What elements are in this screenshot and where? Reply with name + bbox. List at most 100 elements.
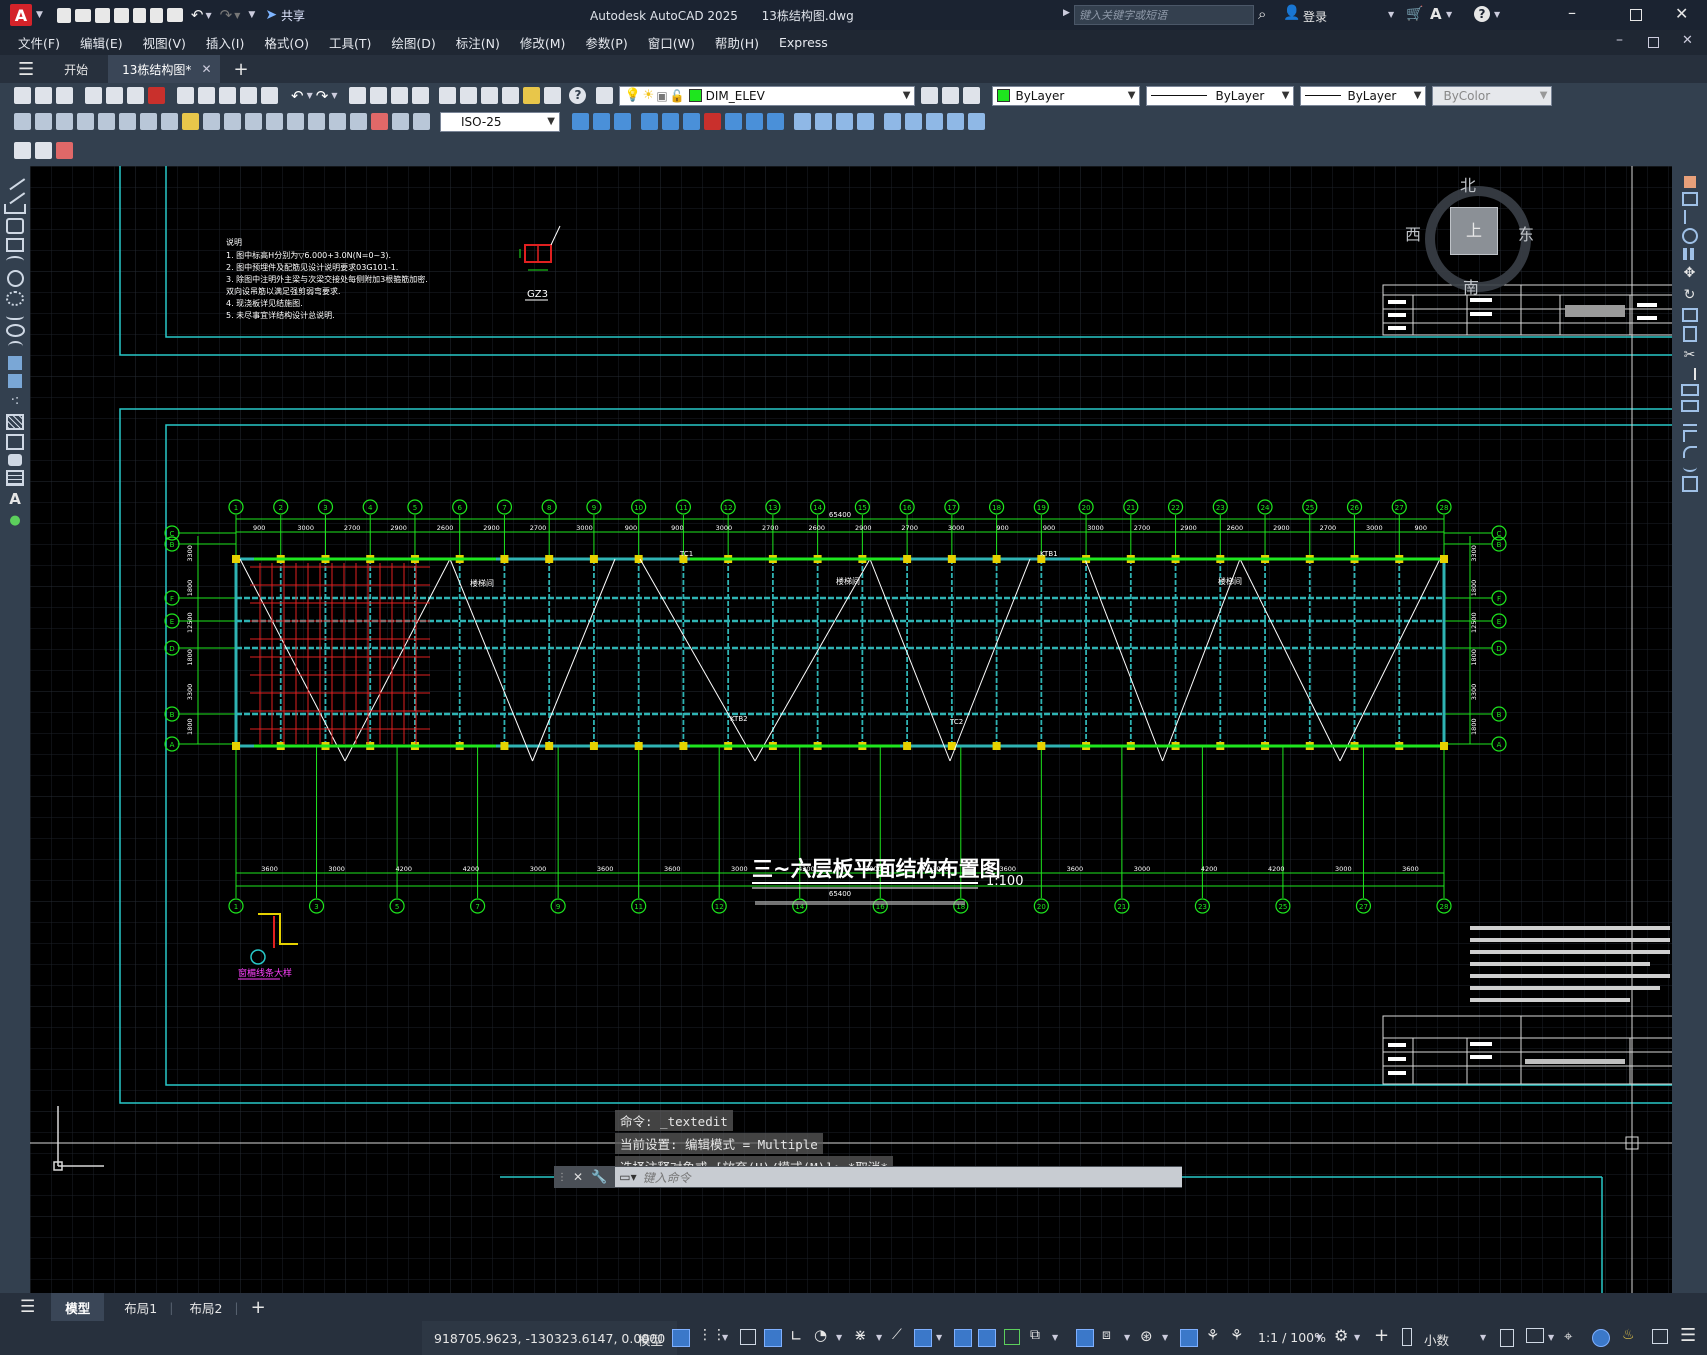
snap-chevron-icon[interactable]: ▼ [722,1333,728,1342]
units-value[interactable]: 小数 [1424,1330,1449,1349]
stretch-icon[interactable] [1682,326,1697,342]
annotation-scale-icon[interactable]: ⚘ [1230,1326,1243,1344]
tb-print-icon[interactable] [127,87,144,104]
tb-copy-icon[interactable] [198,87,215,104]
dynamic-ucs-icon[interactable] [1076,1329,1094,1347]
search-expand-chevron-icon[interactable]: ▶ [1063,8,1070,18]
view-right-icon[interactable] [641,113,658,130]
scale-icon[interactable] [1681,308,1698,322]
tolerance-icon[interactable] [287,113,304,130]
dim-update-icon[interactable] [413,113,430,130]
gizmo-icon[interactable]: ⊛ [1140,1327,1153,1345]
trim-icon[interactable]: ✂ [1681,346,1699,364]
dim-diameter-icon[interactable] [140,113,157,130]
viewcube[interactable]: 上 北 南 西 东 [1405,170,1535,300]
tab-layout2[interactable]: 布局2 [183,1298,228,1317]
quick-properties-icon[interactable] [1500,1329,1514,1347]
units-icon[interactable] [1402,1328,1412,1346]
ucs-previous-icon[interactable] [926,113,943,130]
layer-previous-icon[interactable] [942,87,960,104]
tb-properties-icon[interactable] [439,87,457,104]
menu-window[interactable]: 窗口(W) [638,33,705,52]
tb-zoom-realtime-icon[interactable] [370,87,388,104]
tb-redo-chevron-icon[interactable]: ▼ [331,91,337,100]
viewcube-south[interactable]: 南 [1463,274,1479,298]
dim-break-icon[interactable] [266,113,283,130]
tb-pan-icon[interactable] [349,87,367,104]
polygon-icon[interactable] [6,218,24,234]
tb-save-icon[interactable] [56,87,73,104]
tb-matchprop-icon[interactable] [240,87,257,104]
viewcube-west[interactable]: 西 [1405,221,1421,245]
menu-view[interactable]: 视图(V) [133,33,196,52]
view-sw-icon[interactable] [704,113,721,130]
tb-zoom-window-icon[interactable] [391,87,409,104]
blend-icon[interactable] [1682,462,1697,472]
autodesk-a-icon[interactable]: A [1430,5,1442,23]
qat-redo-icon[interactable]: ↷ [220,6,233,24]
tb-zoom-previous-icon[interactable] [412,87,430,104]
login-chevron-icon[interactable]: ▼ [1388,10,1394,19]
autocad-logo-button[interactable]: A [10,4,32,26]
menu-draw[interactable]: 绘图(D) [381,33,445,52]
tb-preview-icon[interactable] [106,87,123,104]
visual-2d-icon[interactable] [794,113,811,130]
center-mark-icon[interactable] [308,113,325,130]
tb-calculator-icon[interactable] [544,87,562,104]
make-block-icon[interactable] [8,374,22,388]
menu-tools[interactable]: 工具(T) [319,33,381,52]
ortho-toggle-icon[interactable]: ∟ [790,1327,803,1345]
lineweight-dropdown[interactable]: ByLayer ▼ [1300,85,1427,106]
viewcube-north[interactable]: 北 [1460,172,1476,196]
qat-sheet-icon[interactable] [149,7,163,23]
xref-discard-icon[interactable] [56,142,73,159]
rotate-icon[interactable]: ↻ [1681,286,1699,304]
doc-restore-icon[interactable] [1648,37,1659,48]
qat-open-icon[interactable] [74,8,91,22]
dynamic-input-icon[interactable] [764,1329,782,1347]
gradient-icon[interactable] [6,434,24,450]
dim-text-edit-icon[interactable] [392,113,409,130]
osnap-tracking-icon[interactable]: ⟋ [892,1327,902,1343]
command-grip-icon[interactable]: ⋮ [557,1172,567,1183]
layer-viewport-icon[interactable]: ▣ [656,89,667,103]
visual-hidden-icon[interactable] [836,113,853,130]
transparency-toggle-icon[interactable] [978,1329,996,1347]
maximize-icon[interactable] [1630,9,1642,21]
ucs-world-icon[interactable] [905,113,922,130]
copy-object-icon[interactable] [1681,192,1698,206]
mtext-icon[interactable]: A [6,490,24,508]
construction-line-icon[interactable] [4,185,26,205]
tb-undo-icon[interactable]: ↶ [291,87,304,105]
tab-layout1[interactable]: 布局1 [118,1298,163,1317]
dimstyle-dropdown[interactable]: ISO-25 ▼ [440,111,560,132]
selection-cycling-icon[interactable] [1004,1329,1020,1345]
rectangle-icon[interactable] [6,238,24,252]
xref-edit-icon[interactable] [14,142,31,159]
3d-osnap-icon[interactable]: ⧉ [1030,1327,1040,1343]
dim-ordinate-icon[interactable] [77,113,94,130]
doc-minimize-icon[interactable]: – [1616,32,1623,48]
xref-save-icon[interactable] [35,142,52,159]
view-nw-icon[interactable] [767,113,784,130]
login-button[interactable]: 登录 [1303,8,1327,25]
auto-scale-icon[interactable]: ⚘ [1206,1326,1219,1344]
visual-3d-icon[interactable] [815,113,832,130]
infer-constraints-icon[interactable] [740,1329,756,1345]
selection-filter-chevron-icon[interactable]: ▼ [1124,1333,1130,1342]
command-customize-icon[interactable]: 🔧 [591,1170,607,1185]
dim-angular-icon[interactable] [161,113,178,130]
layer-thaw-icon[interactable]: ☀ [643,88,655,103]
view-ne-icon[interactable] [746,113,763,130]
qat-undo-chevron-icon[interactable]: ▼ [206,11,212,20]
new-tab-plus-icon[interactable]: + [234,59,249,80]
ucs-face-icon[interactable] [947,113,964,130]
layer-lock-icon[interactable]: 🔓 [670,89,685,103]
dim-space-icon[interactable] [245,113,262,130]
qat-new-icon[interactable] [56,7,71,23]
point-icon[interactable]: ·: [6,392,24,410]
doc-close-icon[interactable]: ✕ [1682,33,1693,48]
qat-undo-icon[interactable]: ↶ [191,6,204,24]
command-prompt-icon[interactable]: ▭▾ [619,1170,636,1184]
offset-icon[interactable] [1681,228,1698,244]
